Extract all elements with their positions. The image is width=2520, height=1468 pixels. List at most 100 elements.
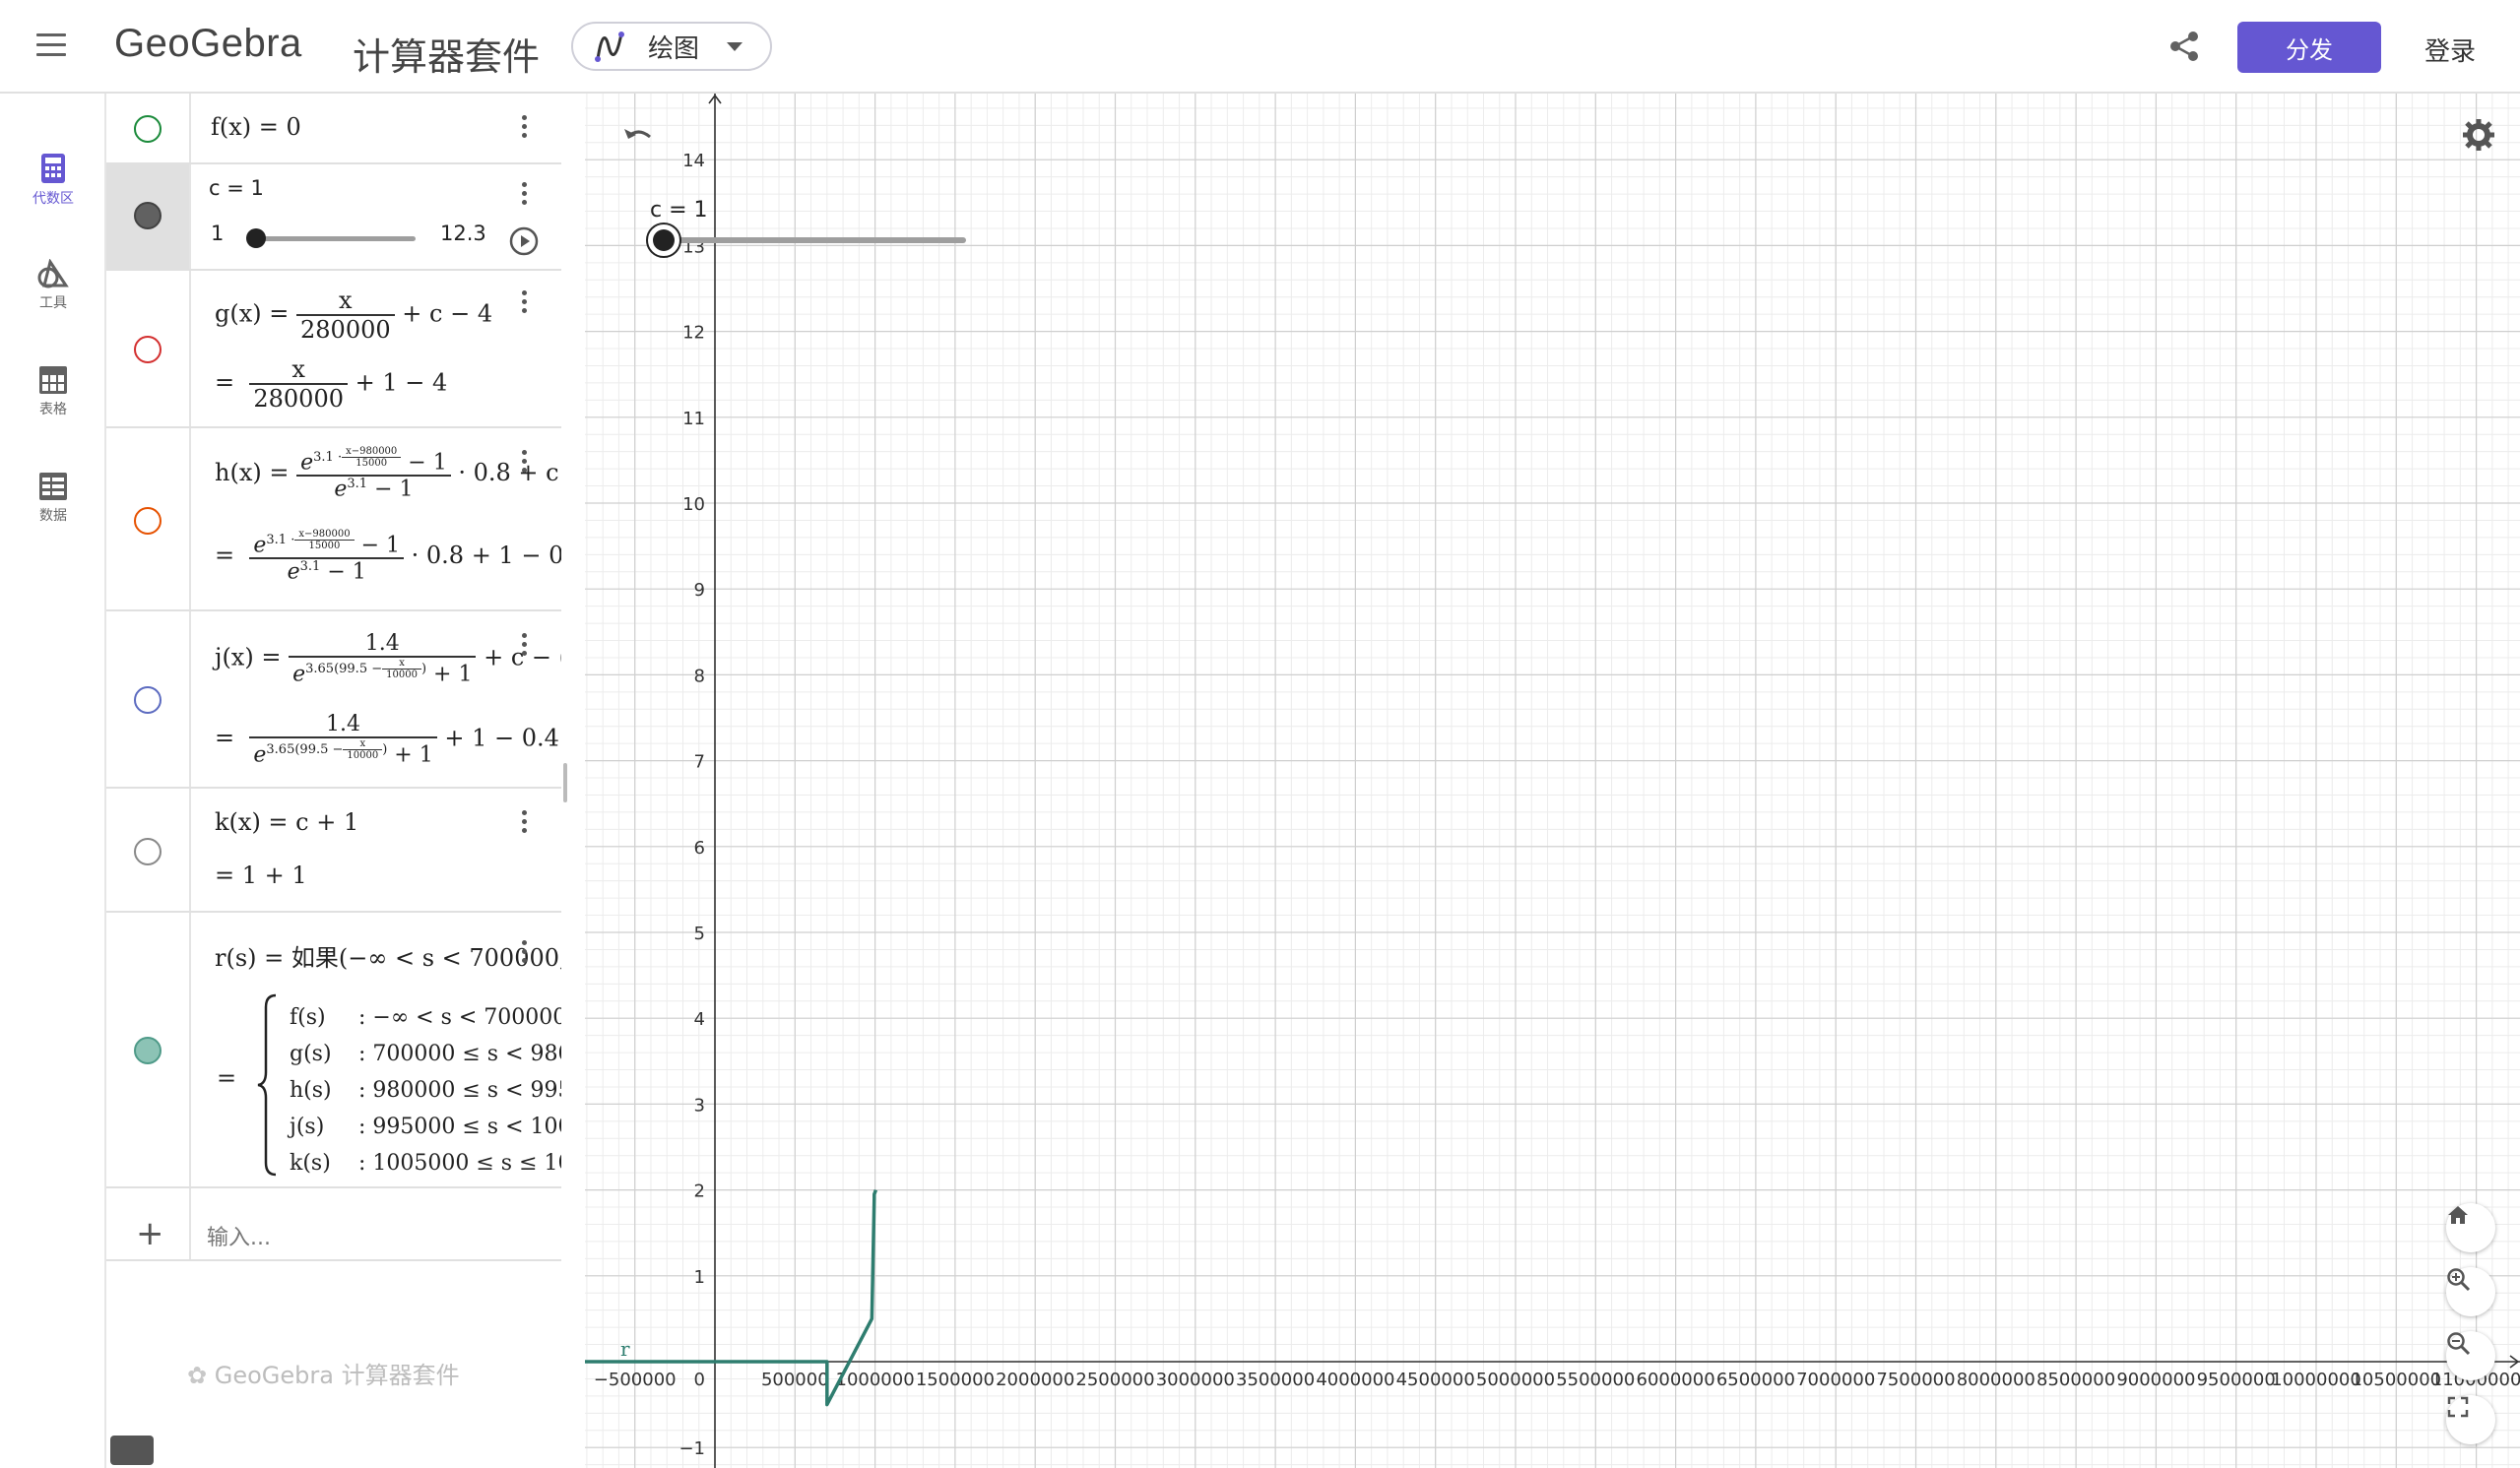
visibility-toggle[interactable] xyxy=(106,271,191,426)
case-condition: : 700000 ≤ s < 980 xyxy=(358,1042,561,1066)
exp: 3.1 xyxy=(347,477,368,492)
zoom-out-icon xyxy=(2447,1332,2471,1356)
play-icon[interactable] xyxy=(508,225,540,257)
algebra-row-k[interactable]: k(x) = c + 1 = 1 + 1 xyxy=(106,789,561,913)
algebra-row-h[interactable]: h(x) = e3.1 · x−980000 15000 − 1 e3.1 − 1 … xyxy=(106,428,561,611)
y-tick-label: 11 xyxy=(682,409,705,429)
case-function: h(s) xyxy=(290,1078,332,1103)
suite-title: 计算器套件 xyxy=(353,35,541,79)
exp: 3.65(99.5 − xyxy=(266,742,344,757)
side-rail: 代数区 工具 表格 数据 xyxy=(0,94,106,1468)
fraction: x 280000 xyxy=(296,287,395,344)
plus-icon[interactable]: + xyxy=(136,1214,164,1253)
numerator: 1.4 xyxy=(249,712,437,738)
y-tick-label: 8 xyxy=(694,666,705,686)
algebra-row-c[interactable]: c = 1 1 12.3 xyxy=(106,164,561,271)
home-button[interactable] xyxy=(2446,1203,2495,1252)
input-placeholder[interactable]: 输入... xyxy=(207,1220,271,1251)
minus: − 1 xyxy=(327,559,366,585)
menu-icon[interactable] xyxy=(36,33,66,59)
tail: + c − 4 xyxy=(402,299,493,328)
fullscreen-button[interactable] xyxy=(2446,1395,2495,1444)
expression-f: f(x) = 0 xyxy=(211,113,301,141)
panel-splitter[interactable] xyxy=(561,94,587,1468)
app-selector-label: 绘图 xyxy=(648,33,700,64)
e: e xyxy=(334,477,348,502)
login-button[interactable]: 登录 xyxy=(2424,32,2476,68)
graph-canvas[interactable]: 1413121110987654321−10−500000 500000 10000… xyxy=(585,94,2520,1468)
splitter-grip[interactable] xyxy=(563,763,567,802)
more-options-icon[interactable] xyxy=(522,182,530,209)
more-options-icon[interactable] xyxy=(522,115,530,142)
exp: 3.65(99.5 − xyxy=(305,662,383,676)
visibility-toggle[interactable] xyxy=(106,164,191,269)
add-item[interactable]: + xyxy=(106,1188,191,1259)
marble-icon xyxy=(134,1037,162,1064)
marble-icon xyxy=(134,115,162,143)
x-tick-label: 2000000 xyxy=(996,1370,1074,1390)
algebra-view: f(x) = 0 c = 1 1 12.3 g(x) = x 280000 + c… xyxy=(106,94,561,1468)
more-options-icon[interactable] xyxy=(522,810,530,837)
brand-footer: ✿ GeoGebra 计算器套件 xyxy=(187,1356,460,1390)
more-options-icon[interactable] xyxy=(522,450,530,477)
rail-item-data[interactable]: 数据 xyxy=(0,472,106,525)
minus: − 1 xyxy=(360,533,400,558)
x-tick-label: 500000 xyxy=(761,1370,829,1390)
inner-den: 15000 xyxy=(355,458,388,469)
more-options-icon[interactable] xyxy=(522,290,530,317)
share-icon[interactable] xyxy=(2166,29,2202,64)
case-function: g(s) xyxy=(290,1042,332,1066)
value-g: = x 280000 + 1 − 4 xyxy=(215,355,447,413)
slider-handle[interactable] xyxy=(246,228,266,248)
algebra-row-f[interactable]: f(x) = 0 xyxy=(106,94,561,164)
visibility-toggle[interactable] xyxy=(106,428,191,609)
numerator: x xyxy=(296,287,395,316)
x-tick-label: 3000000 xyxy=(1156,1370,1235,1390)
algebra-row-j[interactable]: j(x) = 1.4 e3.65(99.5 − x 10000) + 1 + c −… xyxy=(106,611,561,789)
app-selector[interactable]: 绘图 xyxy=(571,22,772,71)
algebra-row-r[interactable]: r(s) = 如果(−∞ < s < 700000, = f(s): −∞ < … xyxy=(106,913,561,1188)
zoom-in-button[interactable] xyxy=(2446,1267,2495,1316)
numerator: 1.4 xyxy=(289,631,477,658)
algebra-row-g[interactable]: g(x) = x 280000 + c − 4 = x 280000 + 1 − 4 xyxy=(106,271,561,428)
graphics-view[interactable]: 14 13 12 11 10 9 8 7 6 5 4 3 2 1 −1 0 −500000 500000 10000… xyxy=(585,94,2520,1468)
rail-item-tools[interactable]: 工具 xyxy=(0,259,106,312)
more-options-icon[interactable] xyxy=(522,633,530,660)
case-condition: : −∞ < s < 700000 xyxy=(358,1005,561,1030)
x-tick-label: 3500000 xyxy=(1236,1370,1315,1390)
zoom-out-button[interactable] xyxy=(2446,1331,2495,1380)
denominator: e3.1 − 1 xyxy=(296,477,451,501)
slider-track[interactable] xyxy=(248,236,416,241)
rail-label: 表格 xyxy=(39,402,67,417)
denominator: 280000 xyxy=(300,316,391,344)
eq: = xyxy=(215,368,235,397)
more-options-icon[interactable] xyxy=(522,940,530,967)
visibility-toggle[interactable] xyxy=(106,611,191,787)
input-row[interactable]: + 输入... xyxy=(106,1188,561,1261)
gear-icon[interactable] xyxy=(2462,118,2495,152)
inner-frac: x−980000 15000 xyxy=(294,529,355,551)
undo-icon[interactable] xyxy=(620,123,656,153)
keyboard-icon[interactable] xyxy=(110,1436,154,1465)
y-tick-label: 9 xyxy=(694,580,705,601)
share-button[interactable]: 分发 xyxy=(2237,22,2381,73)
x-tick-label: 4000000 xyxy=(1316,1370,1394,1390)
rail-item-table[interactable]: 表格 xyxy=(0,365,106,418)
close: ) xyxy=(420,662,427,676)
slider-max: 12.3 xyxy=(440,222,486,245)
home-icon xyxy=(2448,1206,2468,1224)
e: e xyxy=(287,559,300,585)
x-tick-label: 1000000 xyxy=(836,1370,915,1390)
value-k: = 1 + 1 xyxy=(215,862,307,889)
y-tick-label: 2 xyxy=(694,1181,705,1202)
visibility-toggle[interactable] xyxy=(106,94,191,162)
inner-den: 15000 xyxy=(308,541,341,551)
fraction: e3.1 · x−980000 15000 − 1 e3.1 − 1 xyxy=(296,446,451,502)
rail-item-algebra[interactable]: 代数区 xyxy=(0,153,106,208)
visibility-toggle[interactable] xyxy=(106,789,191,911)
y-tick-label: 10 xyxy=(682,494,705,515)
case-function: j(s) xyxy=(290,1115,325,1139)
numerator: x xyxy=(249,355,348,385)
visibility-toggle[interactable] xyxy=(106,913,191,1186)
plus: + 1 xyxy=(394,742,433,768)
